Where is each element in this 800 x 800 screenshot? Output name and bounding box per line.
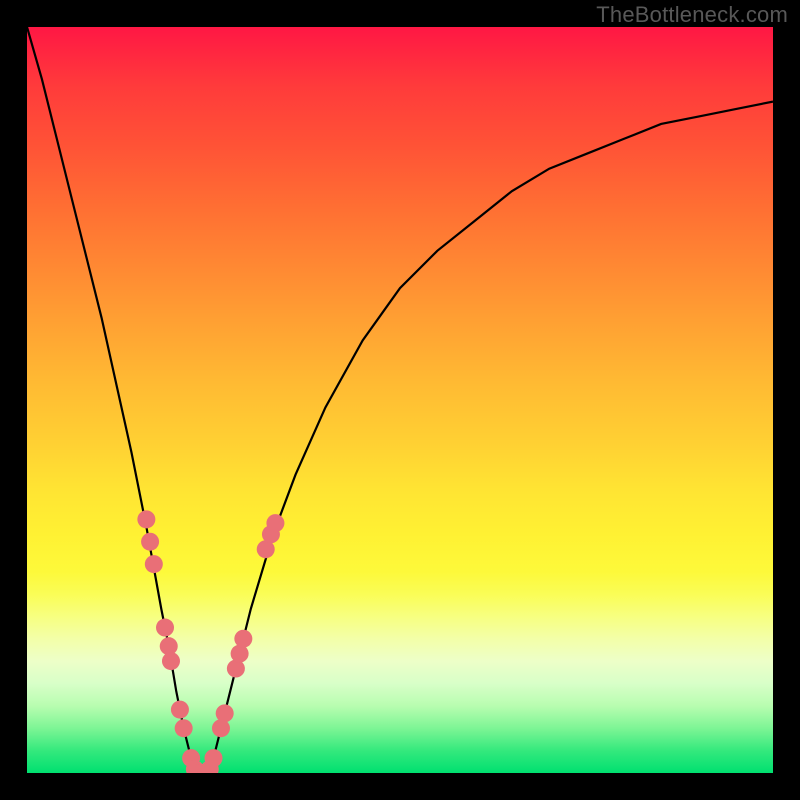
- chart-svg: [27, 27, 773, 773]
- curve-marker: [171, 701, 189, 719]
- watermark-text: TheBottleneck.com: [596, 2, 788, 28]
- curve-markers: [137, 510, 284, 773]
- curve-marker: [216, 704, 234, 722]
- curve-marker: [162, 652, 180, 670]
- bottleneck-curve: [27, 27, 773, 773]
- curve-marker: [156, 619, 174, 637]
- curve-marker: [175, 719, 193, 737]
- curve-marker: [205, 749, 223, 767]
- chart-frame: TheBottleneck.com: [0, 0, 800, 800]
- curve-marker: [137, 510, 155, 528]
- curve-marker: [145, 555, 163, 573]
- curve-marker: [234, 630, 252, 648]
- curve-marker: [266, 514, 284, 532]
- curve-marker: [141, 533, 159, 551]
- chart-plot-area: [27, 27, 773, 773]
